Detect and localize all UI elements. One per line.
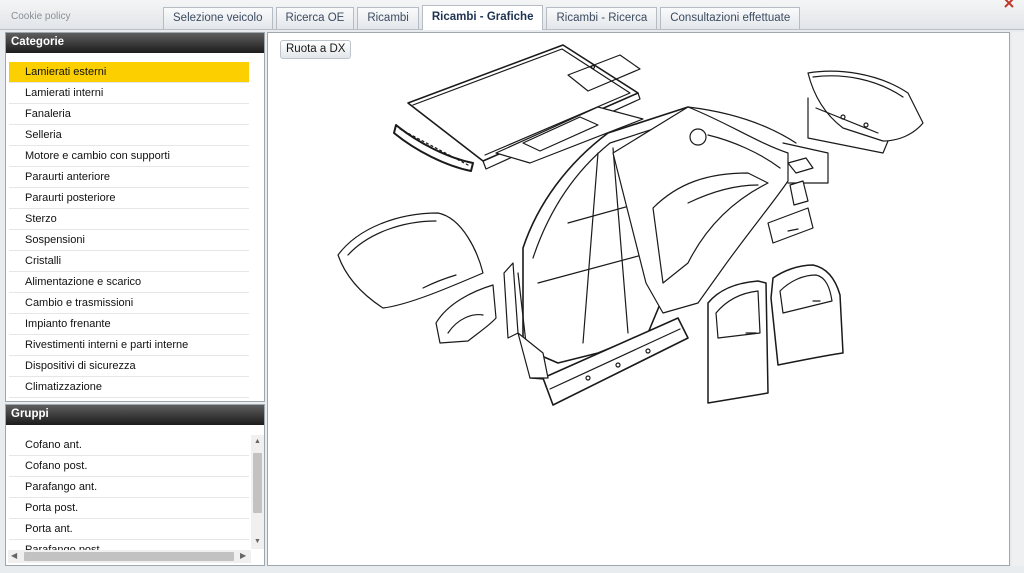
category-item-lamierati-interni[interactable]: Lamierati interni	[9, 83, 249, 104]
categories-header: Categorie	[6, 33, 264, 53]
page-scrollbar[interactable]	[1012, 32, 1024, 566]
category-item-motore-cambio[interactable]: Motore e cambio con supporti	[9, 146, 249, 167]
category-item-fanaleria[interactable]: Fanaleria	[9, 104, 249, 125]
category-item-cristalli[interactable]: Cristalli	[9, 251, 249, 272]
groups-list: Cofano ant. Cofano post. Parafango ant. …	[9, 435, 249, 553]
group-item-cofano-ant[interactable]: Cofano ant.	[9, 435, 249, 456]
tab-ricambi[interactable]: Ricambi	[357, 7, 419, 29]
groups-horizontal-scrollbar[interactable]: ◀ ▶	[8, 550, 251, 563]
trunk-lid[interactable]	[807, 70, 924, 154]
exploded-car-body-diagram-icon[interactable]	[268, 33, 1009, 565]
group-item-porta-ant[interactable]: Porta ant.	[9, 519, 249, 540]
tab-ricambi-grafiche[interactable]: Ricambi - Grafiche	[421, 5, 544, 30]
category-item-impianto-frenante[interactable]: Impianto frenante	[9, 314, 249, 335]
groups-panel: Gruppi Cofano ant. Cofano post. Parafang…	[5, 404, 265, 566]
category-item-climatizzazione[interactable]: Climatizzazione	[9, 377, 249, 398]
categories-list: Lamierati esterni Lamierati interni Fana…	[9, 62, 249, 398]
hood[interactable]	[337, 212, 484, 309]
categories-panel: Categorie Lamierati esterni Lamierati in…	[5, 32, 265, 402]
tab-bar: Selezione veicolo Ricerca OE Ricambi Ric…	[163, 5, 803, 30]
groups-header: Gruppi	[6, 405, 264, 425]
group-item-porta-post[interactable]: Porta post.	[9, 498, 249, 519]
scroll-right-icon[interactable]: ▶	[240, 551, 246, 560]
category-item-sterzo[interactable]: Sterzo	[9, 209, 249, 230]
group-item-cofano-post[interactable]: Cofano post.	[9, 456, 249, 477]
category-item-alimentazione-scarico[interactable]: Alimentazione e scarico	[9, 272, 249, 293]
rotate-right-button[interactable]: Ruota a DX	[280, 40, 352, 59]
scroll-up-icon[interactable]: ▲	[254, 438, 261, 445]
category-item-lamierati-esterni[interactable]: Lamierati esterni	[9, 62, 249, 83]
tab-ricerca-oe[interactable]: Ricerca OE	[275, 7, 355, 29]
horizontal-scroll-thumb[interactable]	[24, 552, 234, 561]
category-item-paraurti-posteriore[interactable]: Paraurti posteriore	[9, 188, 249, 209]
scroll-down-icon[interactable]: ▼	[254, 538, 261, 545]
category-item-sospensioni[interactable]: Sospensioni	[9, 230, 249, 251]
groups-vertical-scrollbar[interactable]: ▲ ▼	[251, 435, 264, 549]
graphics-panel: Ruota a DX	[267, 32, 1010, 566]
top-bar: Cookie policy Selezione veicolo Ricerca …	[0, 0, 1024, 30]
front-fender[interactable]	[435, 284, 497, 344]
tab-selezione-veicolo[interactable]: Selezione veicolo	[163, 7, 273, 29]
rear-door[interactable]	[770, 264, 844, 366]
category-item-dispositivi-sicurezza[interactable]: Dispositivi di sicurezza	[9, 356, 249, 377]
front-door[interactable]	[707, 280, 769, 404]
close-icon[interactable]	[1002, 0, 1016, 8]
vertical-scroll-thumb[interactable]	[253, 453, 262, 513]
cookie-policy-link[interactable]: Cookie policy	[11, 11, 70, 22]
scroll-left-icon[interactable]: ◀	[11, 551, 17, 560]
groups-viewport: Cofano ant. Cofano post. Parafango ant. …	[6, 435, 264, 553]
category-item-rivestimenti[interactable]: Rivestimenti interni e parti interne	[9, 335, 249, 356]
group-item-parafango-ant[interactable]: Parafango ant.	[9, 477, 249, 498]
category-item-paraurti-anteriore[interactable]: Paraurti anteriore	[9, 167, 249, 188]
category-item-selleria[interactable]: Selleria	[9, 125, 249, 146]
tab-consultazioni-effettuate[interactable]: Consultazioni effettuate	[660, 7, 801, 29]
category-item-cambio-trasmissioni[interactable]: Cambio e trasmissioni	[9, 293, 249, 314]
tab-ricambi-ricerca[interactable]: Ricambi - Ricerca	[546, 7, 658, 29]
